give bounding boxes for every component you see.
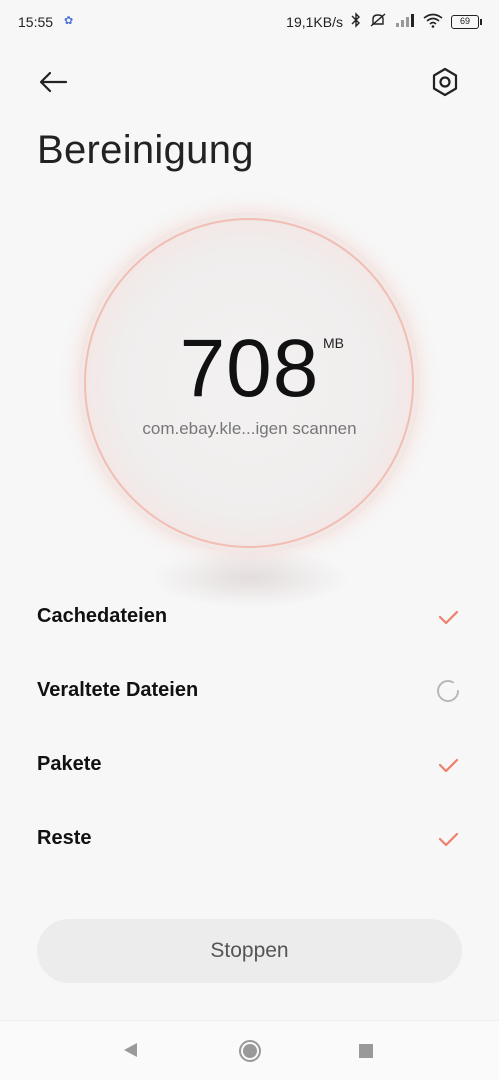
cleanup-screen: 15:55 ✿ 19,1KB/s 69 Bereinigung 708 MB c… [0,0,499,1080]
list-item-label: Cachedateien [37,605,168,627]
signal-icon [395,13,415,30]
wifi-icon [423,13,443,31]
bluetooth-icon [351,12,361,31]
back-button[interactable] [36,64,72,100]
list-item-label: Pakete [37,753,102,775]
home-circle-icon [239,1040,261,1062]
check-icon [438,610,459,625]
list-item-packages: Pakete [37,745,462,785]
list-item-cache: Cachedateien [37,597,462,637]
list-item-label: Reste [37,827,92,849]
loading-spinner-icon [437,680,459,702]
check-icon [438,832,459,847]
settings-button[interactable] [427,64,463,100]
status-bar: 15:55 ✿ 19,1KB/s 69 [0,0,499,44]
scanned-size-unit: MB [323,335,344,351]
status-right: 19,1KB/s 69 [286,12,482,31]
scan-current-item: com.ebay.kle...igen scannen [142,419,357,438]
check-icon [438,758,459,773]
battery-icon: 69 [451,14,482,29]
notification-gear-icon: ✿ [64,15,74,27]
nav-home-button[interactable] [238,1039,262,1068]
list-item-residuals: Reste [37,819,462,859]
status-time: 15:55 [18,14,54,30]
nav-back-button[interactable] [122,1041,140,1064]
page-title: Bereinigung [37,128,254,172]
network-speed: 19,1KB/s [286,13,343,30]
arrow-left-icon [39,71,68,93]
system-nav-bar [0,1020,499,1080]
scanned-size-value: 708 [179,323,320,414]
gear-icon [432,67,458,97]
square-recents-icon [359,1044,373,1058]
stop-button[interactable]: Stoppen [37,919,462,983]
silent-icon [369,12,387,31]
nav-recents-button[interactable] [358,1043,374,1064]
triangle-back-icon [124,1043,137,1057]
list-item-label: Veraltete Dateien [37,679,199,701]
list-item-obsolete: Veraltete Dateien [37,671,462,711]
